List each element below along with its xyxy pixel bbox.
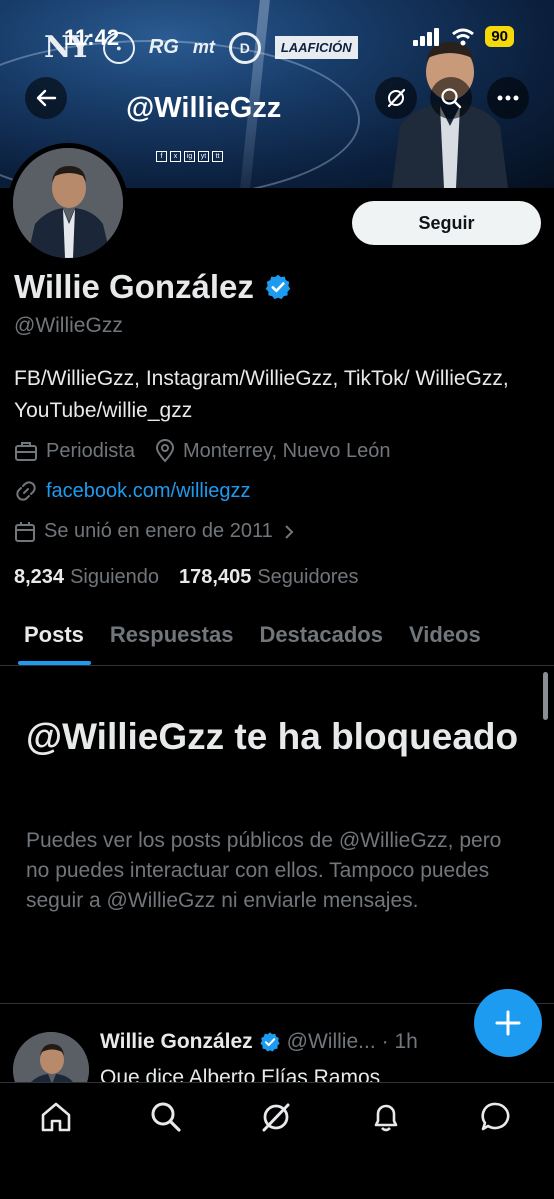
nav-notifications[interactable] xyxy=(366,1097,406,1137)
scrollbar[interactable] xyxy=(543,672,548,720)
chevron-right-icon xyxy=(285,524,294,539)
nav-messages[interactable] xyxy=(476,1097,516,1137)
display-name: Willie González xyxy=(14,268,254,305)
compose-post-button[interactable] xyxy=(474,989,542,1057)
nav-home[interactable] xyxy=(36,1097,76,1137)
nav-search[interactable] xyxy=(146,1097,186,1137)
d-logo: D xyxy=(228,31,261,64)
wifi-icon xyxy=(452,28,475,45)
banner-social-icons: f x ig yt tt xyxy=(156,151,223,162)
location-text: Monterrey, Nuevo León xyxy=(182,439,391,462)
post-author-handle: @Willie... xyxy=(286,1030,376,1053)
tiktok-icon: tt xyxy=(212,151,223,162)
followers-label[interactable]: Seguidores xyxy=(257,566,358,589)
post-time: · 1h xyxy=(381,1030,418,1053)
search-icon xyxy=(441,88,462,109)
rg-logo: RG xyxy=(148,36,179,58)
mt-logo: mt xyxy=(192,37,215,57)
joined-row[interactable]: Se unió en enero de 2011 xyxy=(14,520,305,543)
plus-icon xyxy=(495,1010,521,1036)
facebook-icon: f xyxy=(156,151,167,162)
battery-indicator: 90 xyxy=(485,26,514,47)
blocked-title: @WillieGzz te ha bloqueado xyxy=(26,716,519,757)
grok-icon xyxy=(387,88,406,108)
messages-icon xyxy=(481,1102,510,1131)
profile-website-row[interactable]: facebook.com/williegzz xyxy=(14,479,251,503)
tab-destacados[interactable]: Destacados xyxy=(246,610,396,665)
banner-handle-text: @WillieGzz xyxy=(126,92,282,124)
notifications-icon xyxy=(374,1104,398,1132)
follow-button[interactable]: Seguir xyxy=(352,201,541,245)
post-item[interactable]: Willie González @Willie... · 1h Que dice… xyxy=(0,1004,554,1082)
laaficion-logo: LAAFICIÓN xyxy=(274,36,358,59)
profile-meta-row: Periodista Monterrey, Nuevo León xyxy=(14,439,390,463)
profile-tabs: Posts Respuestas Destacados Videos xyxy=(0,610,554,666)
search-button[interactable] xyxy=(430,77,472,119)
username: @WillieGzz xyxy=(14,314,123,337)
post-text: Que dice Alberto Elías Ramos xyxy=(100,1066,381,1082)
website-link[interactable]: facebook.com/williegzz xyxy=(46,480,251,503)
blocked-description: Puedes ver los posts públicos de @Willie… xyxy=(26,829,502,912)
profile-bio: FB/WillieGzz, Instagram/WillieGzz, TikTo… xyxy=(14,367,509,422)
avatar-photo xyxy=(13,148,123,258)
instagram-icon: ig xyxy=(184,151,195,162)
bottom-navigation xyxy=(0,1082,554,1199)
tab-posts[interactable]: Posts xyxy=(0,610,97,665)
post-avatar[interactable] xyxy=(13,1032,89,1082)
link-icon xyxy=(16,481,36,501)
followers-count[interactable]: 178,405 xyxy=(179,566,251,589)
following-label[interactable]: Siguiendo xyxy=(70,566,159,589)
profile-name-row: Willie González xyxy=(14,268,292,306)
arrow-left-icon xyxy=(36,89,57,107)
status-indicators: 90 xyxy=(413,26,514,47)
youtube-icon: yt xyxy=(198,151,209,162)
briefcase-icon xyxy=(15,442,37,461)
grok-button[interactable] xyxy=(375,77,417,119)
verified-badge-icon xyxy=(260,1032,280,1052)
following-count[interactable]: 8,234 xyxy=(14,566,64,589)
status-time: 11:42 xyxy=(64,25,120,50)
calendar-icon xyxy=(15,521,35,542)
tab-videos[interactable]: Videos xyxy=(396,610,494,665)
profile-avatar[interactable] xyxy=(8,143,128,263)
x-icon: x xyxy=(170,151,181,162)
joined-text: Se unió en enero de 2011 xyxy=(44,520,273,542)
post-avatar-photo xyxy=(13,1032,89,1082)
grok-icon xyxy=(262,1103,290,1132)
post-header: Willie González @Willie... · 1h xyxy=(100,1030,418,1054)
profession-text: Periodista xyxy=(46,439,135,462)
more-icon xyxy=(497,95,519,101)
search-icon xyxy=(151,1102,181,1132)
home-icon xyxy=(41,1102,71,1132)
back-button[interactable] xyxy=(25,77,67,119)
nav-grok[interactable] xyxy=(256,1097,296,1137)
verified-badge-icon[interactable] xyxy=(264,273,292,301)
tab-respuestas[interactable]: Respuestas xyxy=(97,610,247,665)
more-options-button[interactable] xyxy=(487,77,529,119)
signal-icon xyxy=(413,27,440,46)
location-pin-icon xyxy=(155,439,174,463)
post-author-name[interactable]: Willie González xyxy=(100,1030,253,1054)
follow-counts: 8,234 Siguiendo 178,405 Seguidores xyxy=(14,566,359,589)
